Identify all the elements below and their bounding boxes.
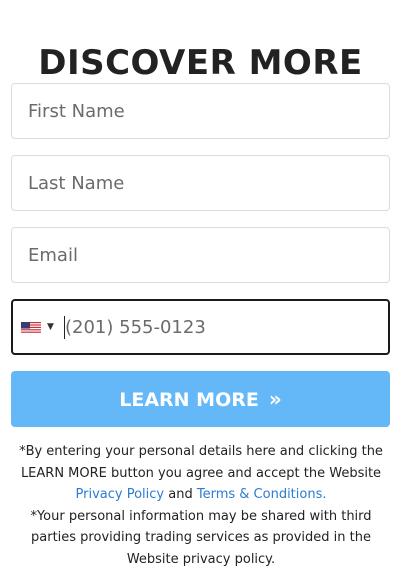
phone-input[interactable]: [63, 301, 383, 353]
last-name-input[interactable]: [12, 156, 389, 210]
disclaimer-text: *By entering your personal details here …: [12, 441, 390, 570]
terms-conditions-link[interactable]: Terms & Conditions.: [197, 487, 327, 502]
disclaimer-line1: *By entering your personal details here …: [19, 444, 383, 481]
disclaimer-line2: *Your personal information may be shared…: [30, 508, 372, 567]
email-field-container: [11, 227, 390, 283]
country-code-selector[interactable]: ▼: [21, 301, 63, 353]
last-name-field-container: [11, 155, 390, 211]
learn-more-button[interactable]: LEARN MORE »: [11, 371, 390, 427]
email-input[interactable]: [12, 228, 389, 282]
privacy-policy-link[interactable]: Privacy Policy: [76, 487, 165, 502]
phone-field-container: ▼: [11, 299, 390, 355]
disclaimer-and: and: [168, 487, 193, 502]
double-chevron-right-icon: »: [268, 387, 282, 411]
first-name-field-container: [11, 83, 390, 139]
us-flag-icon: [21, 322, 41, 334]
first-name-input[interactable]: [12, 84, 389, 138]
page-title: DISCOVER MORE: [38, 42, 363, 83]
learn-more-label: LEARN MORE: [119, 389, 259, 411]
caret-down-icon: ▼: [47, 322, 54, 332]
